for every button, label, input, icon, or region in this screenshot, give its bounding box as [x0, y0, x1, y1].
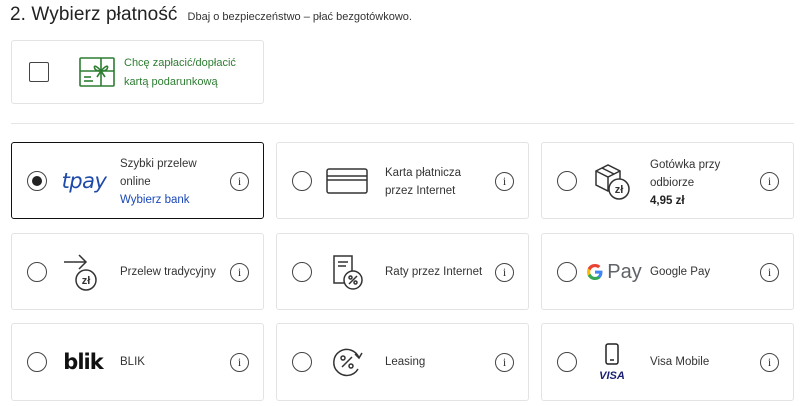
gift-card-label: Chcę zapłacić/dopłacić kartą podarunkową	[124, 57, 236, 88]
radio-installments[interactable]	[292, 262, 312, 282]
payment-label-installments: Raty przez Internet	[385, 266, 483, 278]
google-pay-logo: Pay	[586, 254, 642, 290]
payment-option-transfer[interactable]: zł Przelew tradycyjny i	[11, 233, 264, 310]
divider	[11, 123, 794, 124]
payment-label-tpay: Szybki przelew online Wybierz bank	[120, 155, 230, 209]
gift-card-icon	[79, 56, 115, 93]
info-icon[interactable]: i	[230, 172, 249, 191]
info-icon[interactable]: i	[495, 353, 514, 372]
radio-tpay[interactable]	[27, 171, 47, 191]
package-cash-icon: zł	[590, 161, 634, 203]
google-g-icon	[587, 264, 603, 280]
info-icon[interactable]: i	[760, 263, 779, 282]
svg-text:VISA: VISA	[599, 370, 625, 382]
percent-cycle-icon	[325, 344, 369, 380]
payment-option-leasing[interactable]: Leasing i	[276, 323, 529, 401]
payment-label-card: Karta płatnicza przez Internet	[385, 167, 462, 197]
radio-cod[interactable]	[557, 171, 577, 191]
page-title: 2. Wybierz płatność	[10, 4, 178, 25]
radio-visa-mobile[interactable]	[557, 352, 577, 372]
payment-label-leasing: Leasing	[385, 356, 426, 368]
payment-label-visa-mobile: Visa Mobile	[650, 356, 710, 368]
arrow-transfer-icon: zł	[60, 252, 104, 294]
document-percent-icon	[325, 252, 369, 294]
radio-gpay[interactable]	[557, 262, 577, 282]
svg-text:zł: zł	[615, 184, 624, 196]
payment-label-transfer: Przelew tradycyjny	[120, 266, 216, 278]
gift-card-option[interactable]: Chcę zapłacić/dopłacić kartą podarunkową	[11, 40, 264, 104]
svg-text:zł: zł	[82, 275, 91, 287]
payment-option-gpay[interactable]: Pay Google Pay i	[541, 233, 794, 310]
payment-option-installments[interactable]: Raty przez Internet i	[276, 233, 529, 310]
payment-label-blik: BLIK	[120, 356, 145, 368]
payment-option-card[interactable]: Karta płatnicza przez Internet i	[276, 142, 529, 219]
payment-option-cod[interactable]: zł Gotówka przy odbiorze 4,95 zł i	[541, 142, 794, 219]
payment-label-cod: Gotówka przy odbiorze 4,95 zł	[650, 156, 760, 210]
info-icon[interactable]: i	[760, 172, 779, 191]
payment-label-gpay: Google Pay	[650, 266, 711, 278]
payment-header: 2. Wybierz płatność Dbaj o bezpieczeństw…	[10, 4, 412, 26]
radio-leasing[interactable]	[292, 352, 312, 372]
info-icon[interactable]: i	[230, 263, 249, 282]
info-icon[interactable]: i	[760, 353, 779, 372]
blik-logo: blik	[63, 350, 103, 374]
page-subtitle: Dbaj o bezpieczeństwo – płać bezgotówkow…	[187, 11, 412, 23]
choose-bank-link[interactable]: Wybierz bank	[120, 191, 230, 209]
radio-blik[interactable]	[27, 352, 47, 372]
tpay-logo: tpay	[61, 169, 107, 193]
info-icon[interactable]: i	[495, 172, 514, 191]
cod-price: 4,95 zł	[650, 195, 685, 207]
payment-option-visa-mobile[interactable]: VISA Visa Mobile i	[541, 323, 794, 401]
phone-visa-icon: VISA	[590, 342, 634, 384]
payment-option-blik[interactable]: blik BLIK i	[11, 323, 264, 401]
radio-transfer[interactable]	[27, 262, 47, 282]
gift-card-checkbox[interactable]	[29, 62, 49, 82]
info-icon[interactable]: i	[495, 263, 514, 282]
info-icon[interactable]: i	[230, 353, 249, 372]
radio-card[interactable]	[292, 171, 312, 191]
credit-card-icon	[325, 163, 369, 199]
payment-option-tpay[interactable]: tpay Szybki przelew online Wybierz bank …	[11, 142, 264, 219]
